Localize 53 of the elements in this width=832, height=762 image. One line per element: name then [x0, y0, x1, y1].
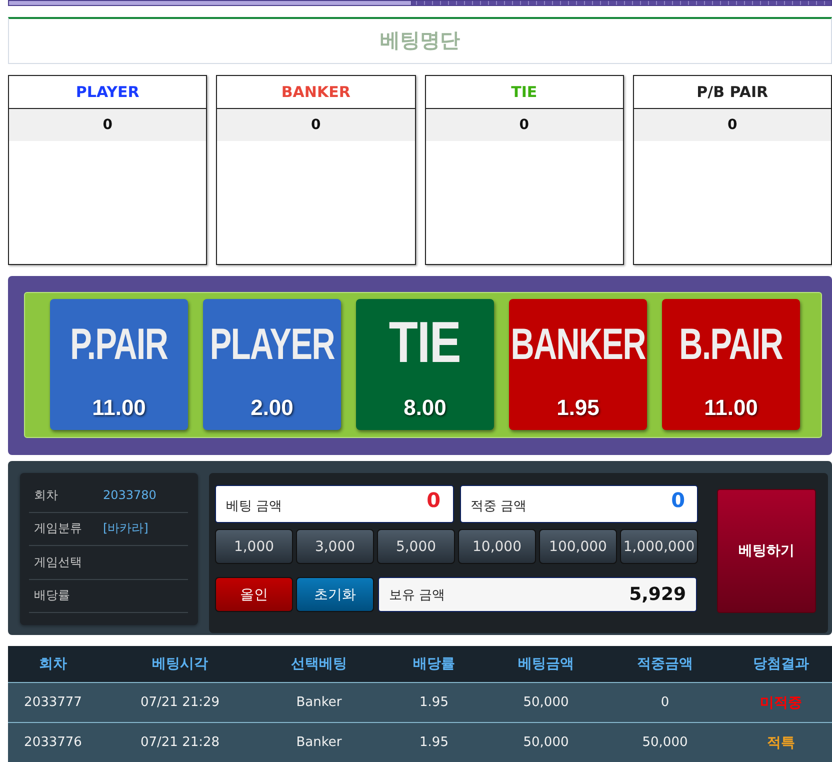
bet-list-count: 0	[9, 108, 206, 141]
chip-button[interactable]: 5,000	[377, 529, 455, 564]
field-value: 0	[671, 488, 685, 512]
field-label: 적중 금액	[470, 498, 527, 515]
field-label: 베팅 금액	[226, 498, 282, 515]
chip-button[interactable]: 1,000	[215, 529, 293, 564]
column-header: 선택베팅	[290, 655, 348, 674]
table-cell-text: 2033777	[23, 694, 83, 712]
chip-button[interactable]: 3,000	[296, 529, 374, 564]
column-header: 배당률	[412, 655, 456, 674]
bet-option-card[interactable]: BANKER 1.95	[509, 299, 647, 430]
table-cell-text: Banker	[295, 734, 343, 752]
info-label: 회차	[34, 486, 59, 504]
info-label: 배당률	[34, 587, 71, 604]
column-header: 베팅시각	[151, 655, 209, 674]
table-cell-text: 1.95	[418, 734, 450, 752]
table-cell-text: Banker	[295, 694, 343, 712]
info-label: 게임분류	[34, 520, 83, 538]
table-cell-text: 2033776	[23, 734, 83, 752]
balance-value: 5,929	[629, 584, 686, 605]
info-value: [바카라]	[103, 520, 148, 538]
bet-option-card[interactable]: TIE 8.00	[356, 299, 494, 430]
section-title: 베팅명단	[380, 27, 460, 54]
table-cell-text: 50,000	[522, 734, 570, 752]
chip-button[interactable]: 100,000	[539, 529, 617, 564]
table-cell-text: 07/21 21:28	[139, 734, 221, 752]
result-text: 적특	[767, 734, 795, 752]
field-label: 보유 금액	[389, 586, 446, 604]
column-header: 적중금액	[636, 655, 694, 674]
info-value: 2033780	[103, 488, 156, 502]
bet-amount-field[interactable]: 베팅 금액 0	[215, 485, 454, 523]
bet-option-card[interactable]: PLAYER 2.00	[203, 299, 341, 430]
bet-option-card[interactable]: B.PAIR 11.00	[662, 299, 800, 430]
result-text: 미적중	[760, 694, 802, 712]
table-cell-text: 07/21 21:29	[139, 694, 221, 712]
table-cell-text: 50,000	[641, 734, 689, 752]
place-bet-button[interactable]: 베팅하기	[717, 489, 816, 613]
column-header: 베팅금액	[517, 655, 575, 674]
table-cell-text: 0	[660, 694, 670, 712]
bet-list-count: 0	[217, 108, 414, 141]
chip-button[interactable]: 10,000	[458, 529, 536, 564]
bet-list-count: 0	[426, 108, 623, 141]
info-label: 게임선택	[34, 554, 83, 571]
column-header: 회차	[38, 655, 68, 674]
table-cell-text: 1.95	[418, 694, 450, 712]
all-in-button[interactable]: 올인	[215, 577, 293, 612]
bet-list-count: 0	[634, 108, 831, 141]
chip-button[interactable]: 1,000,000	[620, 529, 698, 564]
table-cell-text: 50,000	[522, 694, 570, 712]
field-value: 0	[426, 488, 440, 512]
column-header: 당첨결과	[752, 655, 810, 674]
reset-button[interactable]: 초기화	[296, 577, 374, 612]
bet-option-card[interactable]: P.PAIR 11.00	[50, 299, 188, 430]
